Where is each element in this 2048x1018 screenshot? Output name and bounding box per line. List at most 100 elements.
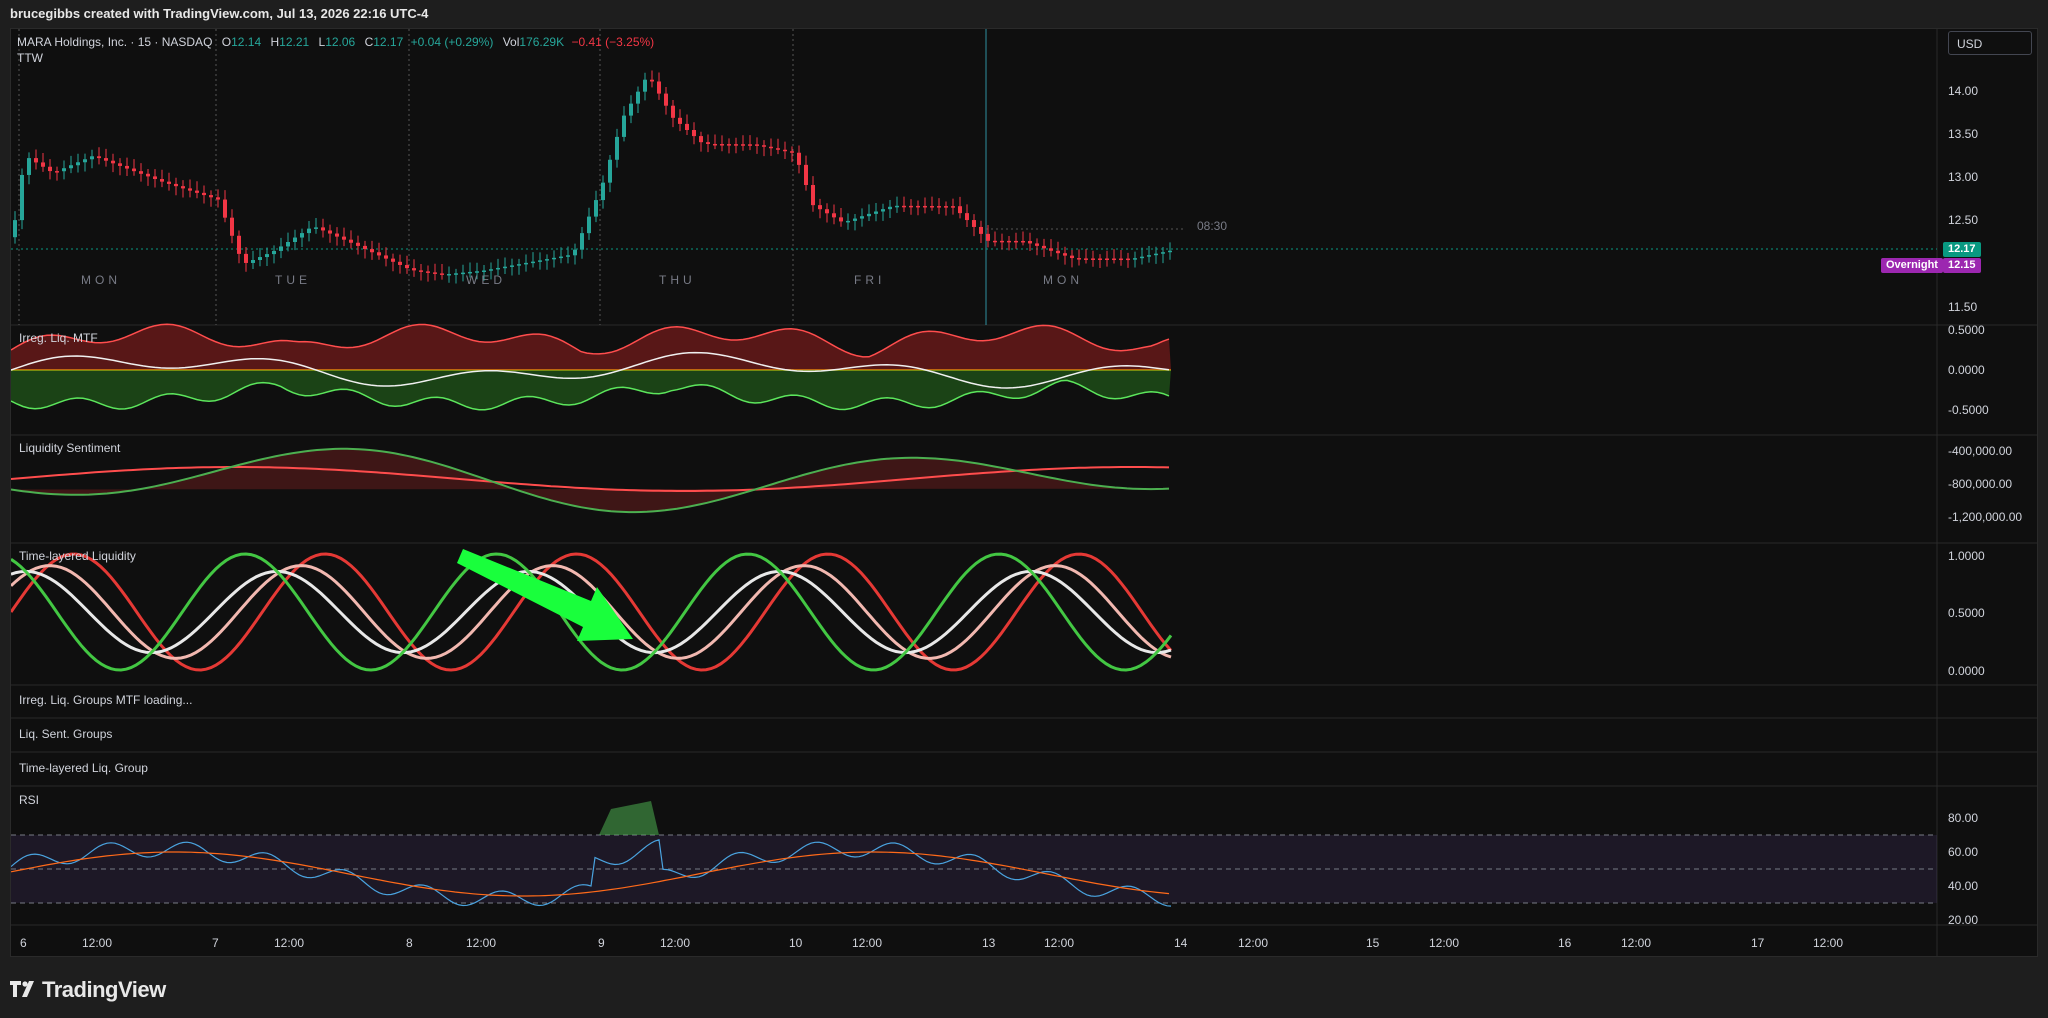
candle-body [1140, 256, 1144, 259]
time-group-pane-label[interactable]: Time-layered Liq. Group [19, 761, 148, 775]
liquidity-sentiment-pane-label[interactable]: Liquidity Sentiment [19, 441, 120, 455]
chart-canvas[interactable] [11, 29, 2038, 957]
candle-body [678, 117, 682, 124]
candle-body [615, 136, 619, 160]
candle-body [937, 206, 941, 208]
candle-body [804, 164, 808, 186]
candle-body [860, 216, 864, 219]
candle-body [104, 158, 108, 161]
price-tick: 12.50 [1948, 213, 1979, 227]
candle-body [986, 233, 990, 241]
chart-header: brucegibbs created with TradingView.com,… [0, 0, 2048, 28]
candle-body [524, 262, 528, 265]
candle-body [405, 264, 409, 269]
candle-body [559, 256, 563, 259]
candle-body [503, 266, 507, 269]
candle-body [307, 228, 311, 234]
candle-body [454, 273, 458, 275]
day-label: TUE [275, 273, 311, 287]
candle-body [608, 159, 612, 183]
candle-body [461, 272, 465, 275]
candle-body [1077, 258, 1081, 260]
symbol-name[interactable]: MARA Holdings, Inc. · 15 · NASDAQ [17, 35, 212, 49]
candle-body [832, 213, 836, 218]
candle-body [1049, 248, 1053, 251]
rsi-pane-label[interactable]: RSI [19, 793, 39, 807]
candle-body [818, 205, 822, 210]
candle-body [1154, 253, 1158, 256]
low-value: 12.06 [325, 35, 356, 49]
candle-body [622, 115, 626, 137]
sentiment-axis-tick: -800,000.00 [1948, 477, 2013, 491]
candle-body [846, 220, 850, 223]
time-layered-pane-label[interactable]: Time-layered Liquidity [19, 549, 136, 563]
last-price-tag: 12.17 [1943, 242, 1981, 257]
candle-body [1028, 240, 1032, 244]
overnight-label-tag: Overnight [1881, 258, 1943, 273]
candle-body [48, 166, 52, 172]
candle-body [188, 188, 192, 191]
candle-body [517, 264, 521, 266]
candle-body [531, 261, 535, 264]
candle-body [594, 200, 598, 217]
time-tick: 12:00 [660, 936, 691, 950]
time-tick: 12:00 [1238, 936, 1269, 950]
session-time-label: 08:30 [1197, 219, 1228, 233]
ttw-label[interactable]: TTW [17, 51, 43, 65]
candle-body [1000, 240, 1004, 243]
candle-body [153, 176, 157, 180]
time-tick: 7 [212, 936, 219, 950]
rsi-axis-tick: 40.00 [1948, 879, 1979, 893]
candle-body [328, 230, 332, 234]
candle-body [230, 217, 234, 236]
time-tick: 10 [789, 936, 803, 950]
candle-body [286, 242, 290, 247]
groups-mtf-pane-label[interactable]: Irreg. Liq. Groups MTF loading... [19, 693, 192, 707]
candle-body [573, 249, 577, 256]
candle-body [195, 190, 199, 193]
irreg-liq-pane-label[interactable]: Irreg. Liq. MTF [19, 331, 98, 345]
time-tick: 12:00 [466, 936, 497, 950]
chart-frame[interactable]: MARA Holdings, Inc. · 15 · NASDAQ O12.14… [10, 28, 2038, 957]
volume-key: Vol [502, 35, 520, 49]
irreg-axis-tick: 0.0000 [1948, 363, 1985, 377]
close-value: 12.17 [373, 35, 404, 49]
candle-body [692, 129, 696, 137]
candle-body [545, 259, 549, 261]
candle-body [993, 240, 997, 243]
candle-body [363, 245, 367, 250]
sent-groups-pane-label[interactable]: Liq. Sent. Groups [19, 727, 112, 741]
time-tick: 16 [1558, 936, 1572, 950]
candle-body [762, 145, 766, 147]
open-value: 12.14 [231, 35, 262, 49]
candle-body [482, 270, 486, 272]
rsi-axis-tick: 20.00 [1948, 913, 1979, 927]
time-tick: 12:00 [1621, 936, 1652, 950]
time-tick: 8 [406, 936, 413, 950]
timelayered-axis-tick: 0.5000 [1948, 606, 1985, 620]
candle-body [160, 179, 164, 182]
candle-body [587, 216, 591, 234]
candle-body [825, 209, 829, 214]
currency-button[interactable]: USD [1948, 31, 2032, 55]
time-tick: 12:00 [852, 936, 883, 950]
tradingview-logo[interactable]: TradingView [10, 977, 166, 1003]
candle-body [139, 171, 143, 174]
price-tick: 14.00 [1948, 84, 1979, 98]
price-tick: 11.50 [1948, 300, 1978, 314]
candle-body [797, 152, 801, 165]
candle-body [1112, 258, 1116, 261]
close-key: C [364, 35, 374, 49]
candle-body [370, 249, 374, 253]
candle-body [447, 273, 451, 276]
symbol-legend[interactable]: MARA Holdings, Inc. · 15 · NASDAQ O12.14… [17, 35, 654, 49]
candle-body [300, 233, 304, 238]
candle-body [1042, 245, 1046, 249]
candle-body [489, 269, 493, 271]
candle-body [83, 159, 87, 163]
time-tick: 15 [1366, 936, 1380, 950]
time-tick: 12:00 [1813, 936, 1844, 950]
candle-body [398, 261, 402, 265]
open-key: O [221, 35, 232, 49]
irreg-red-area [11, 324, 1171, 370]
